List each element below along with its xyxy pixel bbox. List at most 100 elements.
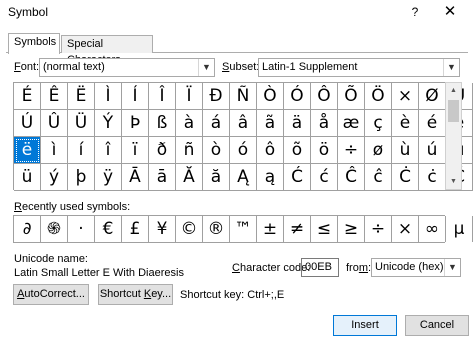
tab-symbols[interactable]: Symbols bbox=[8, 33, 60, 54]
scroll-up-icon[interactable]: ▲ bbox=[446, 83, 461, 98]
chevron-down-icon[interactable]: ▼ bbox=[198, 59, 214, 76]
recent-symbol-cell[interactable]: ± bbox=[257, 216, 284, 242]
from-dropdown[interactable]: Unicode (hex) ▼ bbox=[371, 258, 461, 277]
symbol-cell[interactable]: ã bbox=[257, 110, 284, 137]
symbol-cell[interactable]: ò bbox=[203, 137, 230, 164]
chevron-down-icon[interactable]: ▼ bbox=[444, 259, 460, 276]
symbol-cell[interactable]: ó bbox=[230, 137, 257, 164]
symbol-cell[interactable]: ÷ bbox=[338, 137, 365, 164]
symbol-cell[interactable]: ċ bbox=[419, 164, 446, 191]
recent-symbol-cell[interactable]: ® bbox=[203, 216, 230, 242]
symbol-cell[interactable]: þ bbox=[68, 164, 95, 191]
help-button[interactable]: ? bbox=[406, 3, 424, 21]
symbol-cell[interactable]: é bbox=[419, 110, 446, 137]
symbol-cell[interactable]: Õ bbox=[338, 83, 365, 110]
recent-symbol-cell[interactable]: € bbox=[95, 216, 122, 242]
recent-symbol-cell[interactable]: ∂ bbox=[14, 216, 41, 242]
symbol-cell[interactable]: ï bbox=[122, 137, 149, 164]
recent-symbol-cell[interactable]: · bbox=[68, 216, 95, 242]
recent-symbol-cell[interactable]: © bbox=[176, 216, 203, 242]
symbol-cell[interactable]: Ø bbox=[419, 83, 446, 110]
symbol-cell[interactable]: â bbox=[230, 110, 257, 137]
symbol-cell[interactable]: ö bbox=[311, 137, 338, 164]
subset-dropdown[interactable]: Latin-1 Supplement ▼ bbox=[258, 58, 460, 77]
symbol-cell[interactable]: ā bbox=[149, 164, 176, 191]
symbol-cell[interactable]: æ bbox=[338, 110, 365, 137]
symbol-cell[interactable]: å bbox=[311, 110, 338, 137]
symbol-cell[interactable]: í bbox=[68, 137, 95, 164]
symbol-cell[interactable]: Ô bbox=[311, 83, 338, 110]
symbol-cell[interactable]: è bbox=[392, 110, 419, 137]
symbol-cell[interactable]: Ó bbox=[284, 83, 311, 110]
close-button[interactable]: ✕ bbox=[430, 0, 470, 24]
symbol-cell[interactable]: õ bbox=[284, 137, 311, 164]
symbol-cell[interactable]: ù bbox=[392, 137, 419, 164]
recent-symbol-cell[interactable]: µ bbox=[446, 216, 473, 242]
recent-symbol-cell[interactable]: ¥ bbox=[149, 216, 176, 242]
symbol-cell[interactable]: Ā bbox=[122, 164, 149, 191]
symbol-cell[interactable]: Ą bbox=[230, 164, 257, 191]
symbol-cell[interactable]: ä bbox=[284, 110, 311, 137]
cancel-button[interactable]: Cancel bbox=[405, 315, 469, 336]
symbol-cell[interactable]: Ò bbox=[257, 83, 284, 110]
symbol-cell[interactable]: ú bbox=[419, 137, 446, 164]
symbol-cell[interactable]: ą bbox=[257, 164, 284, 191]
symbol-cell[interactable]: î bbox=[95, 137, 122, 164]
symbol-cell[interactable]: Ü bbox=[68, 110, 95, 137]
insert-button[interactable]: Insert bbox=[333, 315, 397, 336]
symbol-cell[interactable]: Ĉ bbox=[338, 164, 365, 191]
symbol-cell[interactable]: Ċ bbox=[392, 164, 419, 191]
symbol-cell[interactable]: × bbox=[392, 83, 419, 110]
grid-scrollbar[interactable]: ▲ ▼ bbox=[445, 82, 462, 190]
symbol-cell[interactable]: Ñ bbox=[230, 83, 257, 110]
recent-symbol-cell[interactable]: ≥ bbox=[338, 216, 365, 242]
font-dropdown[interactable]: (normal text) ▼ bbox=[39, 58, 215, 77]
recent-symbol-cell[interactable]: ≤ bbox=[311, 216, 338, 242]
symbol-cell[interactable]: à bbox=[176, 110, 203, 137]
symbol-cell[interactable]: ý bbox=[41, 164, 68, 191]
symbol-cell[interactable]: ô bbox=[257, 137, 284, 164]
recent-symbol-cell[interactable]: ÷ bbox=[365, 216, 392, 242]
symbol-cell[interactable]: Þ bbox=[122, 110, 149, 137]
character-code-input[interactable]: 00EB bbox=[301, 258, 339, 277]
recent-symbol-cell[interactable]: ∞ bbox=[419, 216, 446, 242]
symbol-cell[interactable]: Ă bbox=[176, 164, 203, 191]
recent-symbol-cell[interactable]: ֍ bbox=[41, 216, 68, 242]
symbol-cell[interactable]: ç bbox=[365, 110, 392, 137]
symbol-cell[interactable]: ø bbox=[365, 137, 392, 164]
symbol-cell[interactable]: ć bbox=[311, 164, 338, 191]
symbol-cell[interactable]: Ì bbox=[95, 83, 122, 110]
recent-symbol-cell[interactable]: × bbox=[392, 216, 419, 242]
symbol-cell[interactable]: Ú bbox=[14, 110, 41, 137]
recent-symbol-cell[interactable]: £ bbox=[122, 216, 149, 242]
symbol-cell[interactable]: Ö bbox=[365, 83, 392, 110]
autocorrect-button[interactable]: AutoCorrect... bbox=[13, 284, 89, 305]
recent-symbol-cell[interactable]: ≠ bbox=[284, 216, 311, 242]
symbol-cell[interactable]: ĉ bbox=[365, 164, 392, 191]
scroll-thumb[interactable] bbox=[448, 100, 459, 122]
symbol-cell[interactable]: Ê bbox=[41, 83, 68, 110]
tab-special-characters[interactable]: Special Characters bbox=[61, 35, 153, 66]
recent-symbol-cell[interactable]: ™ bbox=[230, 216, 257, 242]
symbol-cell[interactable]: á bbox=[203, 110, 230, 137]
symbol-cell[interactable]: Đ bbox=[203, 83, 230, 110]
symbol-cell[interactable]: ÿ bbox=[95, 164, 122, 191]
scroll-down-icon[interactable]: ▼ bbox=[446, 174, 461, 189]
symbol-cell[interactable]: ă bbox=[203, 164, 230, 191]
symbol-cell[interactable]: Í bbox=[122, 83, 149, 110]
symbol-cell[interactable]: ü bbox=[14, 164, 41, 191]
chevron-down-icon[interactable]: ▼ bbox=[443, 59, 459, 76]
symbol-cell[interactable]: ð bbox=[149, 137, 176, 164]
symbol-cell[interactable]: Û bbox=[41, 110, 68, 137]
symbol-cell[interactable]: ñ bbox=[176, 137, 203, 164]
symbol-cell[interactable]: Ý bbox=[95, 110, 122, 137]
shortcut-key-button[interactable]: Shortcut Key... bbox=[98, 284, 173, 305]
symbol-cell[interactable]: ì bbox=[41, 137, 68, 164]
symbol-cell[interactable]: Ï bbox=[176, 83, 203, 110]
symbol-cell[interactable]: ë bbox=[14, 137, 41, 164]
symbol-cell[interactable]: ß bbox=[149, 110, 176, 137]
symbol-cell[interactable]: Ë bbox=[68, 83, 95, 110]
symbol-cell[interactable]: Ć bbox=[284, 164, 311, 191]
symbol-cell[interactable]: Î bbox=[149, 83, 176, 110]
symbol-cell[interactable]: É bbox=[14, 83, 41, 110]
